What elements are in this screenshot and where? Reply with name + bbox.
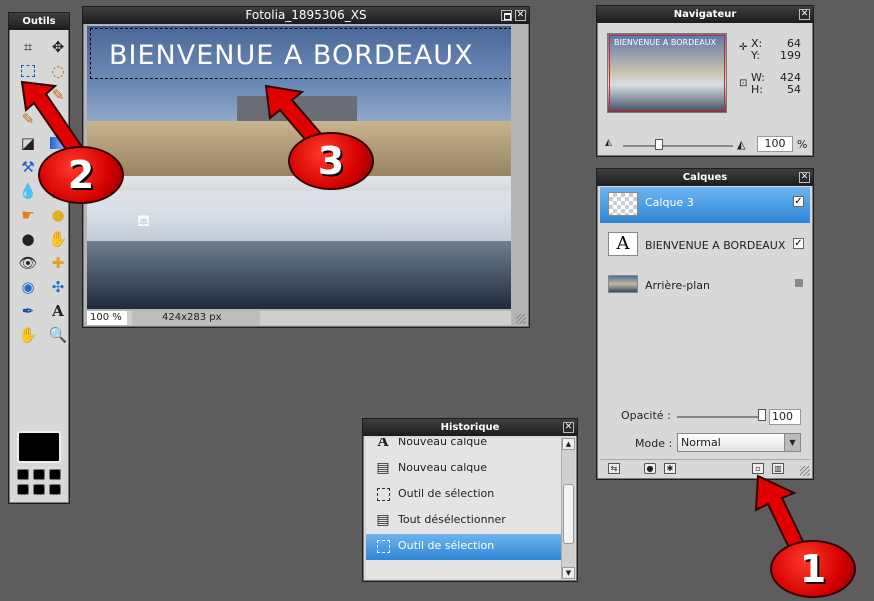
annotation-badge-2: 2 xyxy=(38,146,124,204)
annotation-arrows xyxy=(20,80,810,560)
annotation-badge-3: 3 xyxy=(288,132,374,190)
annotation-badge-1: 1 xyxy=(770,540,856,598)
